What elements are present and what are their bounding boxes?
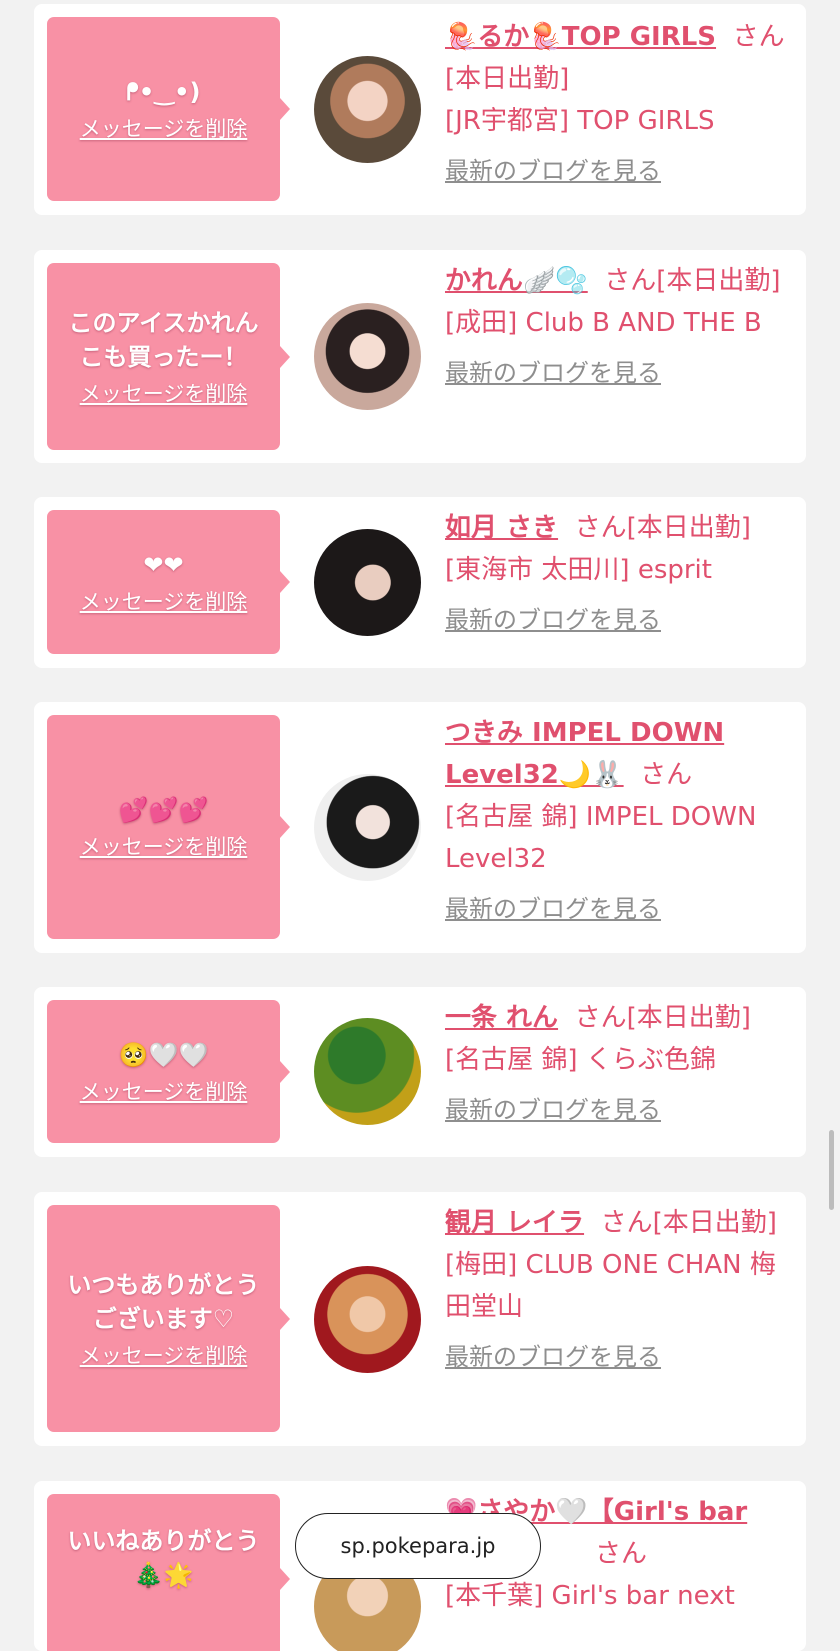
message-bubble: このアイスかれん こも買ったー！ メッセージを削除 xyxy=(47,263,290,450)
message-card: このアイスかれん こも買ったー！ メッセージを削除 かれん🪽🫧 さん[本日出勤]… xyxy=(34,250,806,463)
latest-blog-link[interactable]: 最新のブログを見る xyxy=(445,352,661,394)
shop-name: [東海市 太田川] esprit xyxy=(445,555,712,585)
shop-name: [JR宇都宮] TOP GIRLS xyxy=(445,106,715,136)
avatar[interactable] xyxy=(314,529,421,636)
url-text: sp.pokepara.jp xyxy=(340,1534,496,1558)
shop-name: [梅田] CLUB ONE CHAN 梅田堂山 xyxy=(445,1250,776,1322)
message-bubble: ᖰ•‿•) メッセージを削除 xyxy=(47,17,290,201)
message-bubble: いつもありがとう ございます♡ メッセージを削除 xyxy=(47,1205,290,1432)
girl-name-link[interactable]: 観月 レイラ xyxy=(445,1208,584,1238)
girl-name-link[interactable]: 🪼るか🪼TOP GIRLS xyxy=(445,22,716,52)
status-text: さん[本日出勤] xyxy=(574,513,751,543)
girl-info: 如月 さき さん[本日出勤] [東海市 太田川] esprit 最新のブログを見… xyxy=(445,507,797,641)
shop-name: [名古屋 錦] IMPEL DOWN Level32 xyxy=(445,802,757,874)
shop-name: [本千葉] Girl's bar next xyxy=(445,1581,735,1611)
message-bubble: いいねありがとう 🎄🌟 xyxy=(47,1494,290,1651)
avatar[interactable] xyxy=(314,1018,421,1125)
delete-message-link[interactable]: メッセージを削除 xyxy=(80,113,248,143)
message-text: このアイスかれん こも買ったー！ xyxy=(68,308,259,371)
avatar[interactable] xyxy=(314,303,421,410)
message-card: いつもありがとう ございます♡ メッセージを削除 観月 レイラ さん[本日出勤]… xyxy=(34,1192,806,1446)
status-text: さん[本日出勤] xyxy=(600,1208,777,1238)
girl-info: 観月 レイラ さん[本日出勤] [梅田] CLUB ONE CHAN 梅田堂山 … xyxy=(445,1202,797,1378)
girl-info: かれん🪽🫧 さん[本日出勤] [成田] Club B AND THE B 最新の… xyxy=(445,260,797,394)
status-text: さん xyxy=(640,760,693,790)
latest-blog-link[interactable]: 最新のブログを見る xyxy=(445,150,661,192)
girl-name-link[interactable]: 一条 れん xyxy=(445,1003,558,1033)
delete-message-link[interactable]: メッセージを削除 xyxy=(80,1076,248,1106)
avatar[interactable] xyxy=(314,56,421,163)
message-bubble: 💕💕💕 メッセージを削除 xyxy=(47,715,290,939)
latest-blog-link[interactable]: 最新のブログを見る xyxy=(445,599,661,641)
avatar[interactable] xyxy=(314,774,421,881)
girl-info: つきみ IMPEL DOWN Level32🌙🐰 さん [名古屋 錦] IMPE… xyxy=(445,712,797,930)
delete-message-link[interactable]: メッセージを削除 xyxy=(80,586,248,616)
message-bubble: ❤❤ メッセージを削除 xyxy=(47,510,290,654)
message-card: 💕💕💕 メッセージを削除 つきみ IMPEL DOWN Level32🌙🐰 さん… xyxy=(34,702,806,953)
shop-name: [成田] Club B AND THE B xyxy=(445,308,762,338)
avatar[interactable] xyxy=(314,1266,421,1373)
girl-name-link[interactable]: 如月 さき xyxy=(445,513,558,543)
delete-message-link[interactable]: メッセージを削除 xyxy=(80,378,248,408)
message-card: ❤❤ メッセージを削除 如月 さき さん[本日出勤] [東海市 太田川] esp… xyxy=(34,497,806,668)
latest-blog-link[interactable]: 最新のブログを見る xyxy=(445,1336,661,1378)
url-bar[interactable]: sp.pokepara.jp xyxy=(295,1513,541,1579)
message-text: ❤❤ xyxy=(143,551,184,579)
message-card: ᖰ•‿•) メッセージを削除 🪼るか🪼TOP GIRLS さん[本日出勤] [J… xyxy=(34,4,806,215)
delete-message-link[interactable]: メッセージを削除 xyxy=(80,831,248,861)
message-text: 🥺🤍🤍 xyxy=(118,1040,209,1069)
message-text: ᖰ•‿•) xyxy=(126,78,201,106)
delete-message-link[interactable]: メッセージを削除 xyxy=(80,1340,248,1370)
girl-name-link[interactable]: かれん🪽🫧 xyxy=(445,266,588,296)
message-text: いつもありがとう ございます♡ xyxy=(67,1270,260,1333)
status-text: さん[本日出勤] xyxy=(574,1003,751,1033)
message-text: 💕💕💕 xyxy=(118,796,209,824)
message-bubble: 🥺🤍🤍 メッセージを削除 xyxy=(47,1000,290,1143)
shop-name: [名古屋 錦] くらぶ色錦 xyxy=(445,1045,716,1075)
message-card: 🥺🤍🤍 メッセージを削除 一条 れん さん[本日出勤] [名古屋 錦] くらぶ色… xyxy=(34,987,806,1157)
latest-blog-link[interactable]: 最新のブログを見る xyxy=(445,1089,661,1131)
message-text: いいねありがとう 🎄🌟 xyxy=(67,1527,260,1589)
girl-info: 一条 れん さん[本日出勤] [名古屋 錦] くらぶ色錦 最新のブログを見る xyxy=(445,997,797,1131)
scrollbar[interactable] xyxy=(829,1130,834,1210)
status-text: さん[本日出勤] xyxy=(604,266,781,296)
latest-blog-link[interactable]: 最新のブログを見る xyxy=(445,888,661,930)
girl-info: 🪼るか🪼TOP GIRLS さん[本日出勤] [JR宇都宮] TOP GIRLS… xyxy=(445,16,797,192)
